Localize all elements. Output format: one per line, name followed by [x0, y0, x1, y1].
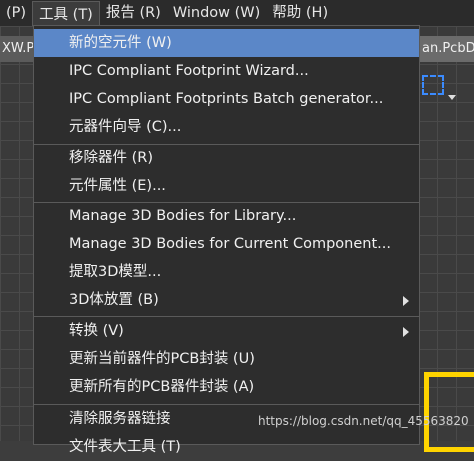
menu-item-manage-3d-current[interactable]: Manage 3D Bodies for Current Component..… [34, 230, 419, 258]
menu-item-component-properties[interactable]: 元件属性 (E)... [34, 172, 419, 200]
menu-item-convert[interactable]: 转换 (V) [34, 317, 419, 345]
menu-item-update-all-pcb[interactable]: 更新所有的PCB器件封装 (A) [34, 373, 419, 401]
menu-place[interactable]: (P) [0, 0, 32, 26]
menu-item-remove-component[interactable]: 移除器件 (R) [34, 144, 419, 172]
menu-help[interactable]: 帮助 (H) [266, 0, 334, 26]
watermark-text: https://blog.csdn.net/qq_45563820 [258, 414, 469, 428]
board-outline [424, 372, 474, 452]
menu-item-3d-body-placement-label: 3D体放置 (B) [69, 292, 159, 308]
menubar: (P) 工具 (T) 报告 (R) Window (W) 帮助 (H) [0, 0, 474, 26]
menu-item-partial[interactable]: 文件表大工具 (T) [34, 433, 419, 461]
selection-tool-icon[interactable] [422, 75, 444, 95]
chevron-right-icon [403, 327, 409, 337]
menu-tools[interactable]: 工具 (T) [32, 0, 100, 26]
menu-item-3d-body-placement[interactable]: 3D体放置 (B) [34, 286, 419, 314]
menu-item-extract-3d-model[interactable]: 提取3D模型... [34, 258, 419, 286]
menu-item-manage-3d-library[interactable]: Manage 3D Bodies for Library... [34, 202, 419, 230]
tab-document-left[interactable]: XW.P [0, 36, 36, 62]
menu-item-ipc-batch-generator[interactable]: IPC Compliant Footprints Batch generator… [34, 85, 419, 113]
menu-item-update-current-pcb[interactable]: 更新当前器件的PCB封装 (U) [34, 345, 419, 373]
tools-dropdown-menu: 新的空元件 (W) IPC Compliant Footprint Wizard… [33, 25, 420, 455]
menu-window[interactable]: Window (W) [167, 0, 266, 26]
chevron-down-icon[interactable] [448, 95, 456, 100]
menu-item-new-blank-component[interactable]: 新的空元件 (W) [34, 29, 419, 57]
menu-reports[interactable]: 报告 (R) [100, 0, 167, 26]
menu-item-ipc-footprint-wizard[interactable]: IPC Compliant Footprint Wizard... [34, 57, 419, 85]
menu-item-convert-label: 转换 (V) [69, 323, 124, 339]
chevron-right-icon [403, 296, 409, 306]
menu-item-component-wizard[interactable]: 元器件向导 (C)... [34, 113, 419, 141]
tab-document-right[interactable]: an.PcbD [420, 36, 474, 62]
